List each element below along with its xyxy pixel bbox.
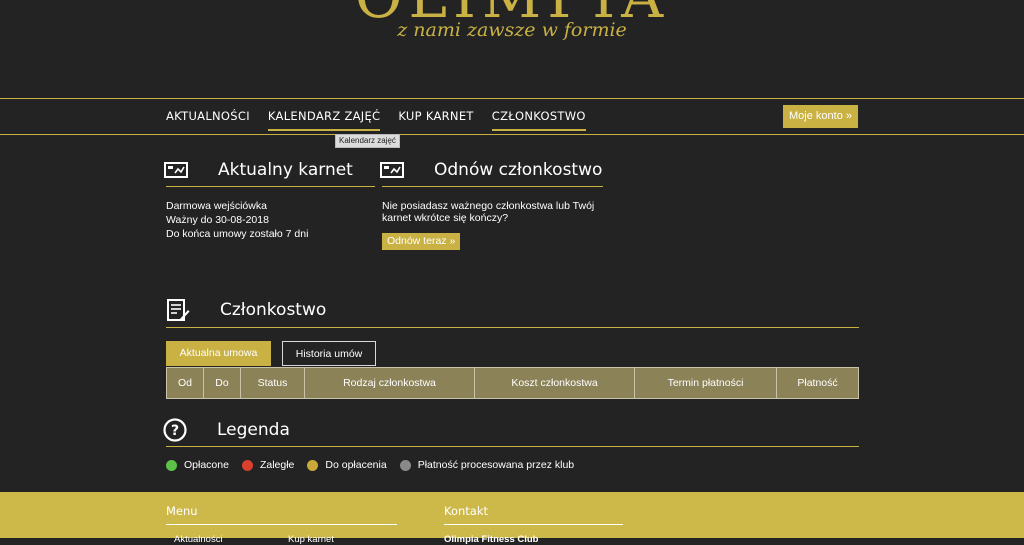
legend-underline [166, 446, 859, 447]
renew-heading: Odnów członkostwo [380, 160, 602, 180]
current-pass-underline [166, 186, 375, 187]
current-pass-title: Aktualny karnet [218, 160, 353, 180]
legend-heading: ? Legenda [163, 418, 290, 442]
card-icon [164, 162, 188, 178]
renew-title: Odnów członkostwo [434, 160, 603, 180]
table-column-header: Płatność [797, 377, 838, 389]
footer-contact-title: Kontakt [444, 504, 489, 518]
current-pass-details: Darmowa wejściówka Ważny do 30-08-2018 D… [166, 199, 308, 241]
nav-tooltip: Kalendarz zajęć [335, 134, 400, 148]
main-nav: AKTUALNOŚCI KALENDARZ ZAJĘĆ KUP KARNET CZŁO… [166, 100, 604, 134]
tagline: z nami zawsze w formie [397, 19, 627, 41]
nav-class-calendar[interactable]: KALENDARZ ZAJĘĆ [267, 100, 381, 134]
tab-current-contract[interactable]: Aktualna umowa [166, 341, 271, 366]
my-account-button[interactable]: Moje konto » [783, 105, 858, 128]
footer-menu-divider [166, 524, 397, 525]
status-dot [399, 459, 411, 471]
legend-item: Zaległe [241, 459, 295, 471]
legend-label: Do opłacenia [325, 459, 387, 471]
nav-top-divider [0, 98, 1024, 99]
table-column-header: Status [241, 368, 305, 398]
current-pass-heading: Aktualny karnet [164, 160, 353, 180]
nav-news[interactable]: AKTUALNOŚCI [166, 100, 250, 134]
table-column-header: Od [167, 368, 204, 398]
pass-type: Darmowa wejściówka [166, 200, 267, 212]
legend-label: Zaległe [259, 459, 295, 471]
pass-valid-until: Ważny do 30-08-2018 [166, 214, 269, 226]
legend-label: Opłacone [184, 459, 229, 471]
membership-table-header: Od Do Status Rodzaj członkostwa Koszt członk… [166, 367, 859, 399]
footer-club-name: Olimpia Fitness Club [444, 534, 539, 545]
pass-days-left: Do końca umowy zostało 7 dni [166, 228, 309, 240]
table-column-header: Koszt członkostwa [475, 368, 635, 398]
footer-link-buy-pass[interactable]: Kup karnet [288, 534, 334, 545]
table-column-header: Do [204, 368, 241, 398]
legend-item: Opłacone [166, 459, 229, 471]
footer: Menu Aktualności Kup karnet Kontakt Olim… [0, 492, 1024, 545]
renew-button[interactable]: Odnów teraz » [382, 233, 461, 250]
card-icon [380, 162, 404, 178]
renew-text: Nie posiadasz ważnego członkostwa lub Tw… [382, 200, 595, 224]
legend-title: Legenda [217, 420, 290, 440]
table-column-header: Rodzaj członkostwa [305, 368, 475, 398]
footer-contact-divider [444, 524, 623, 525]
nav-bottom-divider [0, 134, 1024, 135]
table-column-header: Termin płatności [635, 368, 777, 398]
help-icon: ? [163, 418, 187, 442]
footer-link-news[interactable]: Aktualności [174, 534, 223, 545]
status-dot [241, 459, 253, 471]
nav-buy-pass[interactable]: KUP KARNET [398, 100, 473, 134]
status-dot [166, 459, 177, 471]
contract-icon [167, 299, 190, 321]
footer-menu-title: Menu [166, 504, 198, 518]
legend-item: Płatność procesowana przez klub [399, 459, 575, 471]
membership-title: Członkostwo [220, 300, 327, 320]
status-dot [307, 459, 319, 471]
legend-item: Do opłacenia [307, 459, 387, 471]
membership-heading: Członkostwo [166, 298, 326, 322]
svg-text:?: ? [171, 423, 179, 439]
renew-underline [382, 186, 603, 187]
legend-label: Płatność procesowana przez klub [417, 459, 575, 471]
legend-list: Opłacone Zaległe Do opłacenia Płatność proc… [166, 459, 587, 471]
membership-underline [166, 327, 859, 328]
nav-membership[interactable]: CZŁONKOSTWO [491, 100, 586, 134]
tab-contract-history[interactable]: Historia umów [282, 341, 376, 366]
